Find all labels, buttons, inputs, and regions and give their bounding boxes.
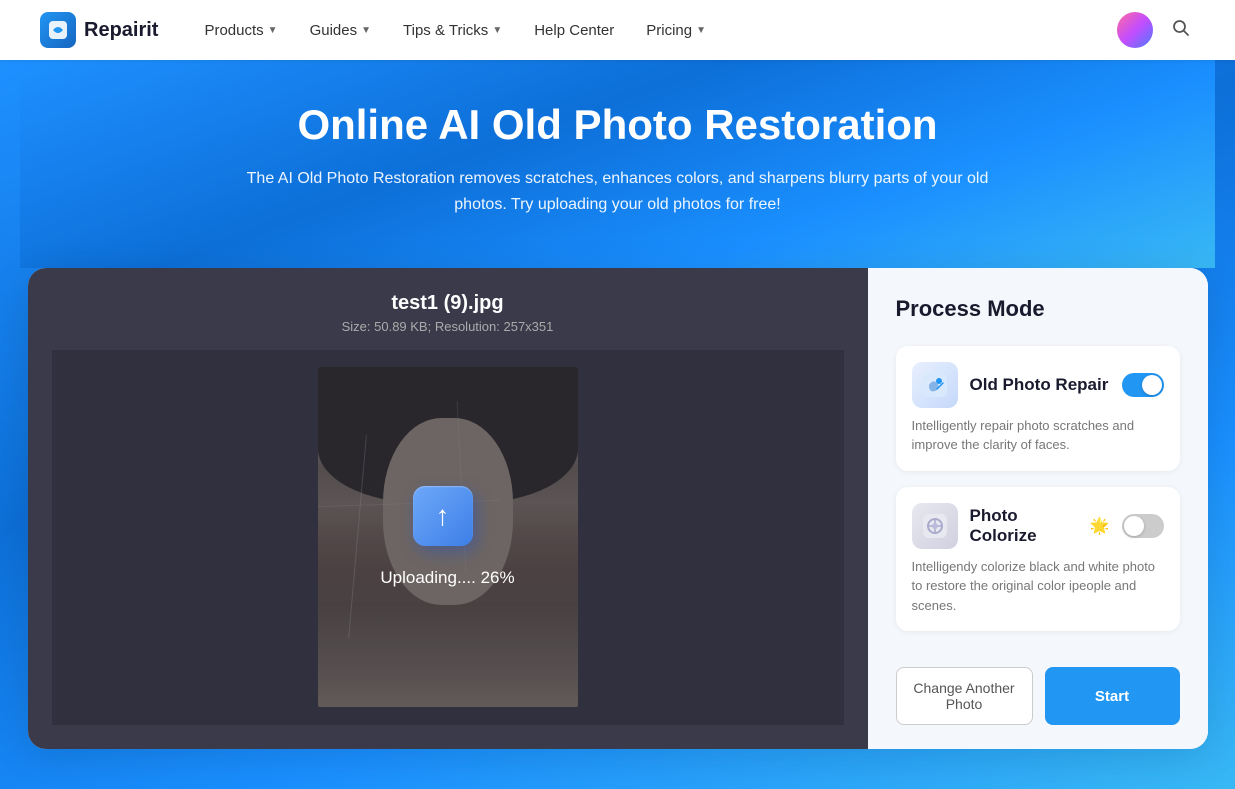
option-repair-label: Old Photo Repair: [970, 375, 1109, 395]
process-title: Process Mode: [896, 296, 1180, 322]
nav-products-label: Products: [204, 22, 263, 39]
option-repair: Old Photo Repair Intelligently repair ph…: [896, 346, 1180, 471]
upload-cube-icon: ↑: [413, 486, 483, 556]
hero-section: Online AI Old Photo Restoration The AI O…: [20, 60, 1215, 268]
toggle-repair-thumb: [1142, 375, 1162, 395]
toggle-colorize[interactable]: [1122, 514, 1164, 538]
option-repair-icon: [912, 362, 958, 408]
main-content: Online AI Old Photo Restoration The AI O…: [0, 60, 1235, 789]
option-repair-header: Old Photo Repair: [912, 362, 1164, 408]
toggle-repair[interactable]: [1122, 373, 1164, 397]
option-colorize-label: Photo Colorize: [970, 506, 1082, 546]
option-repair-label-row: Old Photo Repair: [970, 375, 1110, 395]
nav-help[interactable]: Help Center: [520, 14, 628, 47]
upload-arrow-icon: ↑: [436, 500, 450, 532]
nav-help-label: Help Center: [534, 22, 614, 39]
nav-guides[interactable]: Guides ▼: [296, 14, 385, 47]
nav-tips[interactable]: Tips & Tricks ▼: [389, 14, 516, 47]
option-repair-desc: Intelligently repair photo scratches and…: [912, 416, 1164, 455]
uploading-text: Uploading.... 26%: [380, 568, 514, 588]
navbar: Repairit Products ▼ Guides ▼ Tips & Tric…: [0, 0, 1235, 60]
option-colorize-header: Photo Colorize 🌟: [912, 503, 1164, 549]
tool-container: test1 (9).jpg Size: 50.89 KB; Resolution…: [28, 268, 1208, 750]
hero-title: Online AI Old Photo Restoration: [40, 100, 1195, 150]
image-preview-area: ↑ Uploading.... 26%: [52, 350, 844, 726]
chevron-down-icon: ▼: [492, 25, 502, 36]
logo-icon: [40, 12, 76, 48]
toggle-colorize-thumb: [1124, 516, 1144, 536]
process-panel: Process Mode Old Photo Repair: [868, 268, 1208, 750]
start-button[interactable]: Start: [1045, 667, 1180, 725]
nav-pricing-label: Pricing: [646, 22, 692, 39]
hero-subtitle: The AI Old Photo Restoration removes scr…: [228, 166, 1008, 217]
navbar-nav: Products ▼ Guides ▼ Tips & Tricks ▼ Help…: [190, 14, 1117, 47]
nav-guides-label: Guides: [310, 22, 358, 39]
logo[interactable]: Repairit: [40, 12, 158, 48]
chevron-down-icon: ▼: [361, 25, 371, 36]
option-colorize: Photo Colorize 🌟 Intelligendy colorize b…: [896, 487, 1180, 632]
nav-pricing[interactable]: Pricing ▼: [632, 14, 720, 47]
avatar[interactable]: [1117, 12, 1153, 48]
option-colorize-label-row: Photo Colorize 🌟: [970, 506, 1110, 546]
upload-overlay: ↑ Uploading.... 26%: [52, 350, 844, 726]
file-name: test1 (9).jpg: [342, 292, 554, 315]
option-colorize-desc: Intelligendy colorize black and white ph…: [912, 557, 1164, 616]
navbar-actions: [1117, 12, 1195, 48]
chevron-down-icon: ▼: [696, 25, 706, 36]
chevron-down-icon: ▼: [268, 25, 278, 36]
process-actions: Change Another Photo Start: [896, 667, 1180, 725]
search-icon[interactable]: [1167, 14, 1195, 47]
file-meta: Size: 50.89 KB; Resolution: 257x351: [342, 319, 554, 334]
nav-tips-label: Tips & Tricks: [403, 22, 488, 39]
cube-shape: ↑: [413, 486, 473, 546]
option-colorize-icon: [912, 503, 958, 549]
logo-text: Repairit: [84, 19, 158, 42]
option-colorize-badge: 🌟: [1090, 516, 1110, 536]
change-photo-button[interactable]: Change Another Photo: [896, 667, 1033, 725]
file-info: test1 (9).jpg Size: 50.89 KB; Resolution…: [342, 292, 554, 334]
upload-panel: test1 (9).jpg Size: 50.89 KB; Resolution…: [28, 268, 868, 750]
nav-products[interactable]: Products ▼: [190, 14, 291, 47]
